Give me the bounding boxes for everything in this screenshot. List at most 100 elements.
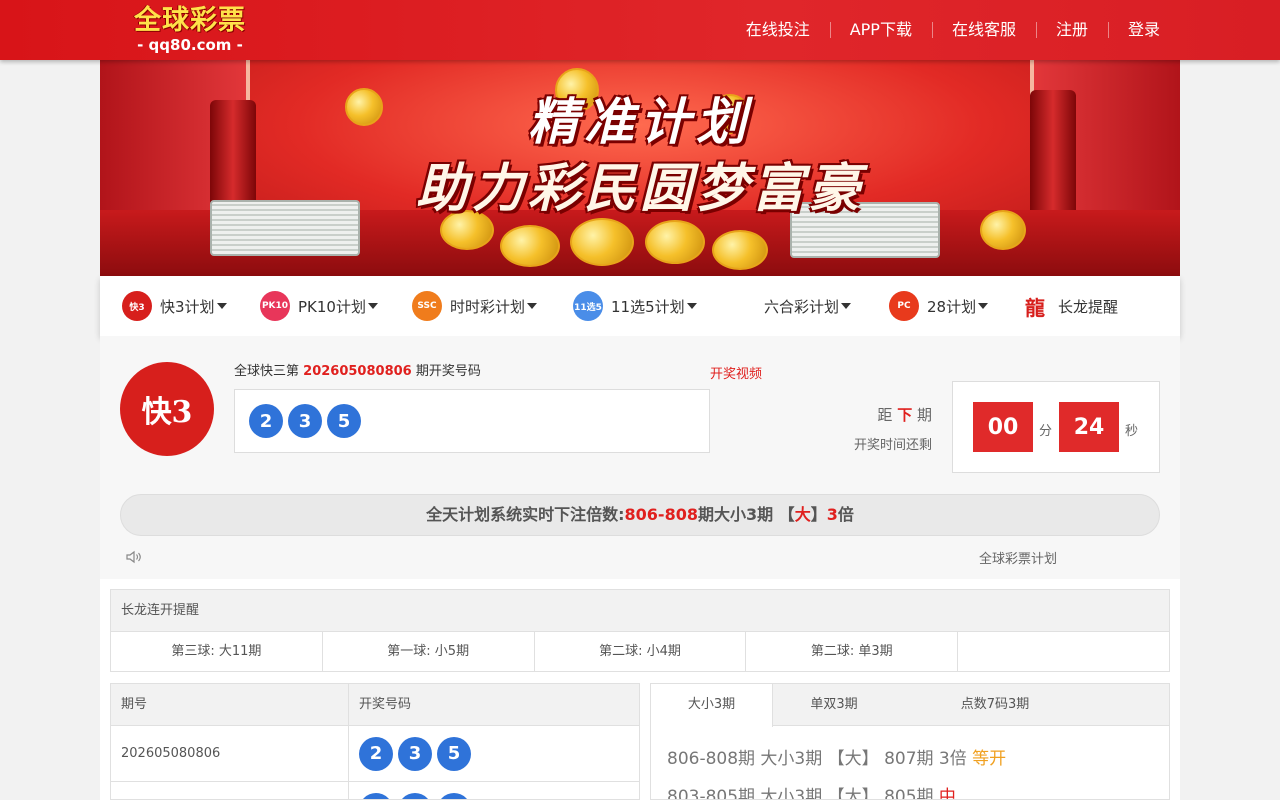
draw-history-table: 期号 开奖号码 202605080806 2 3 5 xyxy=(110,683,640,800)
number-ball: 3 xyxy=(398,736,432,771)
countdown-highlight: 下 xyxy=(897,406,913,424)
table-row: 202605080806 2 3 5 xyxy=(111,726,639,782)
plan-source-label: 全球彩票计划 xyxy=(979,552,1058,567)
timer-seconds: 24 xyxy=(1059,402,1119,452)
chevron-down-icon xyxy=(527,303,538,309)
plan-status: 等开 xyxy=(972,749,1007,769)
main-container: 精准计划 助力彩民圆梦富豪 快3 快3计划 PK10 PK10计划 SSC 时时… xyxy=(100,60,1180,800)
table-row: 第三球: 大11期 第一球: 小5期 第二球: 小4期 第二球: 单3期 xyxy=(111,632,1169,672)
list-item: 806-808期 大小3期 【大】 807期 3倍 等开 xyxy=(667,740,1169,778)
11x5-icon: 11选5 xyxy=(573,291,603,321)
draw-panel: 快3 全球快三第 202605080806 期开奖号码 开奖视频 2 3 5 距… xyxy=(100,336,1180,579)
nav-login[interactable]: 登录 xyxy=(1107,0,1180,60)
plan-panel: 大小3期 单双3期 点数7码3期 806-808期 大小3期 【大】 807期 … xyxy=(650,683,1170,800)
dragon-streak-title: 长龙连开提醒 xyxy=(111,590,1169,632)
dragon-icon: 龍 xyxy=(1020,291,1050,321)
countdown-prefix: 距 xyxy=(877,406,893,424)
plan-pick: 【大】 xyxy=(827,787,879,800)
column-header-issue: 期号 xyxy=(111,684,349,725)
bet-range: 806-808 xyxy=(624,505,698,524)
top-nav: 在线投注 APP下载 在线客服 注册 登录 xyxy=(726,0,1180,60)
lottery-nav-label: 时时彩计划 xyxy=(450,297,526,316)
issue-prefix: 全球快三第 xyxy=(234,364,300,379)
chevron-down-icon xyxy=(216,303,227,309)
lottery-nav-marksix[interactable]: 六合彩计划 xyxy=(764,276,852,336)
bet-pick: 大 xyxy=(794,505,811,524)
number-ball xyxy=(437,792,471,799)
bet-mid: 期大小3期 【 xyxy=(697,505,795,524)
column-header-numbers: 开奖号码 xyxy=(359,697,412,712)
number-ball: 2 xyxy=(359,736,393,771)
table-header: 期号 开奖号码 xyxy=(111,684,639,726)
number-ball: 5 xyxy=(327,404,361,438)
lottery-nav-dragon[interactable]: 龍 长龙提醒 xyxy=(1020,276,1118,336)
lottery-nav-label: 六合彩计划 xyxy=(764,297,840,316)
lottery-nav-ssc[interactable]: SSC 时时彩计划 xyxy=(412,276,538,336)
lottery-nav-label: PK10计划 xyxy=(298,297,366,316)
number-ball: 3 xyxy=(288,404,322,438)
dragon-cell: 第二球: 小4期 xyxy=(535,632,747,672)
plan-range: 806-808期 大小3期 xyxy=(667,749,823,769)
chevron-down-icon xyxy=(978,303,989,309)
dragon-streak-table: 长龙连开提醒 第三球: 大11期 第一球: 小5期 第二球: 小4期 第二球: … xyxy=(110,589,1170,672)
countdown-subtitle: 开奖时间还剩 xyxy=(853,438,932,453)
lottery-nav-11x5[interactable]: 11选5 11选5计划 xyxy=(573,276,697,336)
logo-domain: - qq80.com - xyxy=(137,36,243,54)
plan-tabs: 大小3期 单双3期 点数7码3期 xyxy=(651,684,1169,727)
draw-numbers: 2 3 5 xyxy=(234,389,710,453)
countdown-suffix: 期 xyxy=(916,406,932,424)
lottery-nav-label: 快3计划 xyxy=(160,297,215,316)
speaker-icon[interactable] xyxy=(126,550,142,564)
coin-graphic xyxy=(500,225,560,267)
nav-online-bet[interactable]: 在线投注 xyxy=(726,0,830,60)
coin-graphic xyxy=(570,218,634,266)
k3-logo-icon: 快3 xyxy=(120,362,214,456)
nav-register[interactable]: 注册 xyxy=(1035,0,1108,60)
bet-bracket: 】 xyxy=(810,505,827,524)
nav-app-download[interactable]: APP下载 xyxy=(829,0,932,60)
bet-multiple: 3 xyxy=(826,505,838,524)
nav-online-service[interactable]: 在线客服 xyxy=(931,0,1036,60)
lottery-nav-k3[interactable]: 快3 快3计划 xyxy=(122,276,227,336)
bet-prefix: 全天计划系统实时下注倍数: xyxy=(426,505,625,524)
site-logo[interactable]: 全球彩票 - qq80.com - xyxy=(128,4,252,56)
banner-headline: 精准计划 xyxy=(528,93,752,151)
timer-minutes-unit: 分 xyxy=(1039,424,1053,439)
history-numbers xyxy=(349,782,639,799)
plan-range: 803-805期 大小3期 xyxy=(667,787,823,800)
logo-title: 全球彩票 xyxy=(134,5,246,36)
tab-big-small[interactable]: 大小3期 xyxy=(651,684,773,727)
history-issue: 202605080806 xyxy=(111,726,349,781)
lottery-nav-label: 11选5计划 xyxy=(611,297,685,316)
dragon-cell xyxy=(958,632,1169,672)
lottery-nav: 快3 快3计划 PK10 PK10计划 SSC 时时彩计划 11选5 11选5计… xyxy=(100,276,1180,336)
plan-issue: 807期 3倍 xyxy=(884,749,967,769)
plan-list: 806-808期 大小3期 【大】 807期 3倍 等开 803-805期 大小… xyxy=(651,726,1169,800)
lottery-nav-pc28[interactable]: PC 28计划 xyxy=(889,276,989,336)
timer-minutes: 00 xyxy=(973,402,1033,452)
issue-number: 202605080806 xyxy=(303,364,412,379)
draw-video-link[interactable]: 开奖视频 xyxy=(710,363,762,382)
lottery-nav-label: 长龙提醒 xyxy=(1058,297,1119,316)
dragon-cell: 第一球: 小5期 xyxy=(323,632,535,672)
pc28-icon: PC xyxy=(889,291,919,321)
chevron-down-icon xyxy=(367,303,378,309)
lottery-nav-label: 28计划 xyxy=(927,297,977,316)
ssc-icon: SSC xyxy=(412,291,442,321)
dragon-cell: 第三球: 大11期 xyxy=(111,632,323,672)
lottery-nav-pk10[interactable]: PK10 PK10计划 xyxy=(260,276,378,336)
number-ball xyxy=(398,792,432,799)
banner-subheadline: 助力彩民圆梦富豪 xyxy=(415,159,864,219)
coin-graphic xyxy=(645,220,705,264)
promo-banner: 精准计划 助力彩民圆梦富豪 xyxy=(100,60,1180,276)
chevron-down-icon xyxy=(686,303,697,309)
history-numbers: 2 3 5 xyxy=(349,726,639,781)
tab-odd-even[interactable]: 单双3期 xyxy=(773,684,895,725)
coin-graphic xyxy=(712,230,768,270)
k3-icon: 快3 xyxy=(122,291,152,321)
number-ball xyxy=(359,792,393,799)
tab-points[interactable]: 点数7码3期 xyxy=(895,684,1095,725)
table-row xyxy=(111,782,639,799)
list-item: 803-805期 大小3期 【大】 805期 中 xyxy=(667,778,1169,800)
number-ball: 2 xyxy=(249,404,283,438)
